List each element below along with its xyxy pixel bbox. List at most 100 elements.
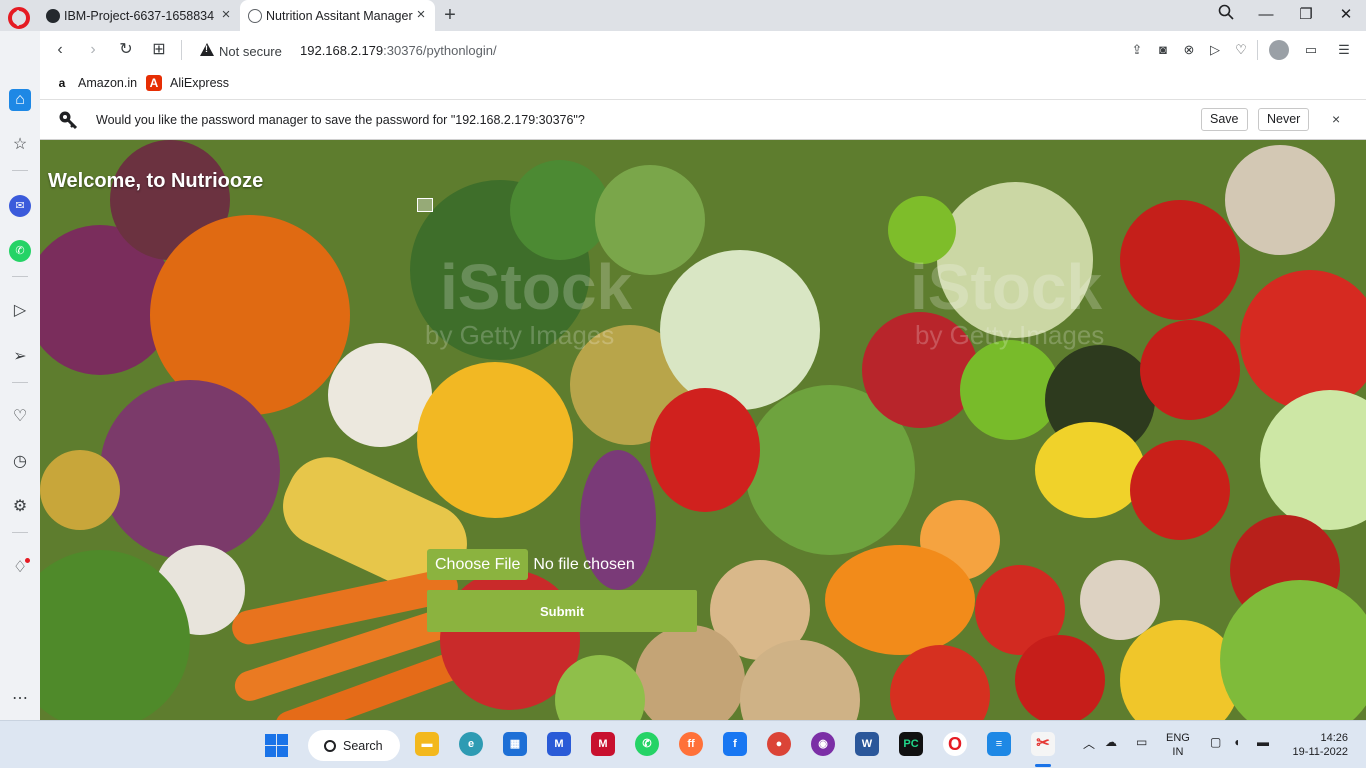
- edge-icon[interactable]: e: [459, 732, 483, 756]
- profile-avatar-icon[interactable]: [1269, 40, 1289, 60]
- password-save-bar: Would you like the password manager to s…: [40, 100, 1366, 140]
- windows-taskbar: Search ▬ e ▦ M M ✆ ff f ● ◉ W PC O ≡ ✂ ︿…: [0, 720, 1366, 768]
- security-status[interactable]: Not secure: [219, 44, 282, 59]
- store-icon[interactable]: ▦: [503, 732, 527, 756]
- password-prompt-message: Would you like the password manager to s…: [96, 113, 585, 127]
- language-region: IN: [1172, 746, 1184, 758]
- tab-title: IBM-Project-6637-1658834: [64, 8, 215, 23]
- history-icon[interactable]: ◷: [9, 451, 31, 473]
- clock-date: 19-11-2022: [1292, 746, 1348, 758]
- opera-logo-icon[interactable]: [8, 7, 30, 29]
- language-indicator[interactable]: ENG IN: [1166, 731, 1190, 759]
- heart-icon[interactable]: ♡: [9, 406, 31, 428]
- url-host: 192.168.2.179: [300, 43, 384, 58]
- camera-icon[interactable]: ◙: [1155, 42, 1171, 58]
- tray-chevron-icon[interactable]: ︿: [1083, 735, 1095, 752]
- whatsapp-icon[interactable]: ✆: [9, 240, 31, 262]
- bookmark-label: AliExpress: [170, 76, 230, 90]
- key-icon: [59, 111, 78, 130]
- sidebar-divider: [12, 170, 28, 171]
- taskbar-search[interactable]: Search: [308, 730, 400, 761]
- sidebar: ⌂ ☆ ✉ ✆ ▷ ➢ ♡ ◷ ⚙ ♢ ⋯: [0, 31, 40, 720]
- close-window-button[interactable]: ✕: [1332, 4, 1360, 26]
- bookmark-aliexpress[interactable]: A AliExpress: [146, 75, 229, 91]
- watermark-logo: iStock: [440, 251, 633, 323]
- facebook-icon[interactable]: f: [723, 732, 747, 756]
- watermark-caption: by Getty Images: [425, 320, 615, 350]
- display-icon[interactable]: ▢: [1210, 735, 1221, 749]
- snipping-tool-icon[interactable]: ✂: [1031, 732, 1055, 756]
- aliexpress-icon: A: [146, 75, 162, 91]
- send-icon[interactable]: ➢: [9, 346, 31, 368]
- more-icon[interactable]: ⋯: [9, 688, 31, 710]
- tabs-grid-icon[interactable]: ⊞: [149, 40, 169, 60]
- tab-title: Nutrition Assitant Manager: [266, 8, 413, 23]
- submit-button[interactable]: Submit: [427, 590, 697, 632]
- network-icon[interactable]: ▭: [1136, 735, 1147, 749]
- bookmark-heart-icon[interactable]: ♡: [1233, 42, 1249, 58]
- save-password-button[interactable]: Save: [1201, 108, 1248, 131]
- share-icon[interactable]: ⇪: [1129, 42, 1145, 58]
- github-desktop-icon[interactable]: ◉: [811, 732, 835, 756]
- restore-button[interactable]: ❐: [1292, 4, 1320, 26]
- pycharm-icon[interactable]: PC: [899, 732, 923, 756]
- choose-file-button[interactable]: Choose File: [427, 549, 529, 580]
- tab-close-icon[interactable]: ×: [218, 7, 234, 23]
- system-clock[interactable]: 14:26 19-11-2022: [1293, 731, 1348, 759]
- back-icon[interactable]: ‹: [50, 40, 70, 60]
- watermark-caption: by Getty Images: [915, 320, 1105, 350]
- url-path: :30376/pythonlogin/: [383, 43, 497, 58]
- notepad-plus-icon[interactable]: M: [547, 732, 571, 756]
- battery-icon[interactable]: ▬: [1257, 735, 1269, 749]
- notepad-icon[interactable]: ≡: [987, 732, 1011, 756]
- watermark-logo: iStock: [910, 251, 1103, 323]
- search-icon: [324, 739, 336, 752]
- close-prompt-icon[interactable]: ×: [1332, 111, 1340, 127]
- flow-send-icon[interactable]: ▷: [1207, 42, 1223, 58]
- reload-icon[interactable]: ↻: [116, 40, 136, 60]
- word-icon[interactable]: W: [855, 732, 879, 756]
- windows-start-icon[interactable]: [265, 734, 288, 757]
- onedrive-icon[interactable]: ☁: [1105, 735, 1117, 749]
- opera-taskbar-icon[interactable]: O: [943, 732, 967, 756]
- url-field[interactable]: 192.168.2.179:30376/pythonlogin/: [300, 43, 497, 58]
- toolbar-divider: [1257, 40, 1258, 60]
- ad-block-icon[interactable]: ⊗: [1181, 42, 1197, 58]
- tab-github[interactable]: IBM-Project-6637-1658834 ×: [38, 0, 240, 31]
- easy-setup-icon[interactable]: ☰: [1336, 42, 1352, 58]
- warning-icon[interactable]: [200, 43, 214, 56]
- settings-icon[interactable]: ⚙: [9, 496, 31, 518]
- active-app-indicator: [1035, 764, 1051, 767]
- player-icon[interactable]: ▷: [9, 300, 31, 322]
- sidebar-divider: [12, 276, 28, 277]
- volume-icon[interactable]: ◖: [1233, 735, 1240, 749]
- speed-dial-icon[interactable]: ☆: [9, 134, 31, 156]
- notification-dot: [25, 558, 30, 563]
- clock-time: 14:26: [1320, 732, 1348, 744]
- tab-search-icon[interactable]: [1212, 4, 1240, 26]
- github-icon: [46, 8, 60, 23]
- vegetables-background-image: [40, 140, 1366, 720]
- sidebar-divider: [12, 382, 28, 383]
- new-tab-button[interactable]: +: [440, 4, 460, 26]
- forward-icon[interactable]: ›: [83, 40, 103, 60]
- firefox-icon[interactable]: ff: [679, 732, 703, 756]
- tab-close-icon[interactable]: ×: [413, 7, 429, 23]
- bookmark-amazon[interactable]: a Amazon.in: [54, 75, 137, 91]
- toolbar-divider: [181, 40, 182, 60]
- chrome-icon[interactable]: ●: [767, 732, 791, 756]
- file-explorer-icon[interactable]: ▬: [415, 732, 439, 756]
- never-save-button[interactable]: Never: [1258, 108, 1310, 131]
- home-icon[interactable]: ⌂: [9, 89, 31, 111]
- battery-saver-icon[interactable]: ▭: [1303, 42, 1319, 58]
- file-input[interactable]: Choose File No file chosen: [427, 549, 635, 580]
- tab-strip: IBM-Project-6637-1658834 × Nutrition Ass…: [0, 0, 1366, 31]
- amazon-icon: a: [54, 75, 70, 91]
- bookmarks-bar: a Amazon.in A AliExpress: [40, 69, 1366, 100]
- whatsapp-taskbar-icon[interactable]: ✆: [635, 732, 659, 756]
- bookmark-label: Amazon.in: [78, 76, 138, 90]
- mcafee-icon[interactable]: M: [591, 732, 615, 756]
- messenger-icon[interactable]: ✉: [9, 195, 31, 217]
- minimize-button[interactable]: —: [1252, 4, 1280, 26]
- tab-nutrition-assistant[interactable]: Nutrition Assitant Manager ×: [240, 0, 435, 31]
